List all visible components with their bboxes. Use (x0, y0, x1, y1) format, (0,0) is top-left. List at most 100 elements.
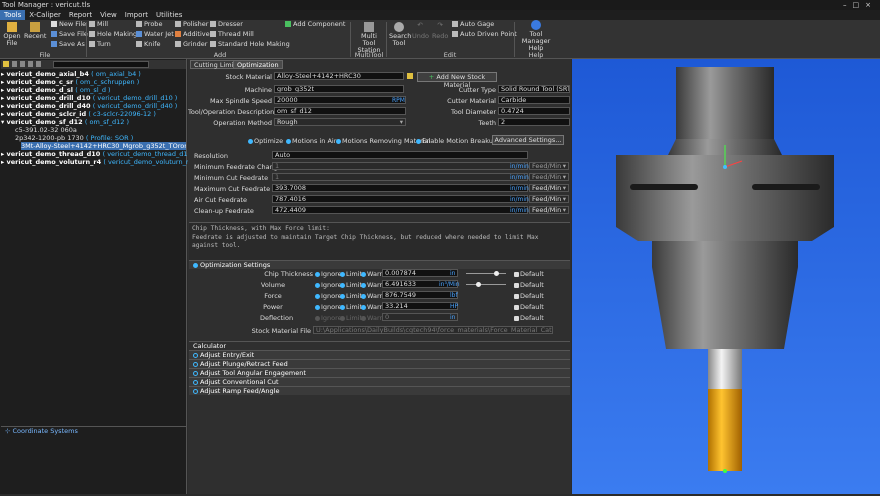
calc-item[interactable]: Adjust Entry/Exit (189, 350, 570, 359)
teeth-field[interactable]: 2 (498, 118, 570, 126)
feed-mode-dropdown[interactable]: Feed/Min (529, 162, 569, 170)
tree-item-optimization[interactable]: 3Mt-Alloy-Steel+4142+HRC30_Mgrob_g352t_T… (21, 142, 186, 151)
tree-expand-icon[interactable] (28, 61, 33, 67)
auto-driven-point-button[interactable]: Auto Driven Point (452, 30, 517, 38)
stock-material-file-field[interactable]: U:\Applications\DailyBuilds\cgtech94\for… (313, 326, 553, 334)
tree-collapse-icon[interactable] (36, 61, 41, 67)
slider-thumb[interactable] (476, 282, 481, 287)
add-water-jet-button[interactable]: Water Jet (136, 30, 174, 38)
auto-gage-button[interactable]: Auto Gage (452, 20, 494, 28)
motions-in-air-checkbox[interactable]: Motions in Air (286, 137, 336, 145)
opt-radio-limit[interactable]: Limit (340, 303, 362, 311)
add-thread-mill-button[interactable]: Thread Mill (210, 30, 254, 38)
coordinate-systems-item[interactable]: ⊹ Coordinate Systems (1, 426, 186, 436)
browse-folder-icon[interactable] (407, 73, 413, 79)
calc-item[interactable]: Adjust Plunge/Retract Feed (189, 359, 570, 368)
add-hole-making-button[interactable]: Hole Making (89, 30, 137, 38)
menu-utilities[interactable]: Utilities (152, 10, 186, 20)
feed-field[interactable]: 787.4016 (272, 195, 528, 203)
opt-radio-limit[interactable]: Limit (340, 270, 362, 278)
advanced-settings-button[interactable]: Advanced Settings... (492, 135, 564, 145)
tree-item-insert[interactable]: 2p342-1200-pb 1730 ( Profile: SOR ) (15, 134, 133, 142)
multi-tool-station-button[interactable]: Multi Tool Station (354, 22, 384, 54)
machine-field[interactable]: grob_g352t (274, 85, 404, 93)
feed-field[interactable]: 472.4409 (272, 206, 528, 214)
feed-mode-dropdown[interactable]: Feed/Min (529, 195, 569, 203)
opt-radio-ignore[interactable]: Ignore (315, 281, 342, 289)
resolution-field[interactable]: Auto (272, 151, 528, 159)
tree-item[interactable]: ▸ vericut_demo_c_sr ( om_c_schruppen ) (1, 78, 139, 86)
opt-radio-warn[interactable]: Warn (361, 270, 384, 278)
calc-item[interactable]: Adjust Ramp Feed/Angle (189, 386, 570, 395)
window-controls[interactable]: –□× (843, 0, 877, 10)
stock-material-field[interactable]: Alloy-Steel+4142+HRC30 (274, 72, 404, 80)
opt-radio-warn[interactable]: Warn (361, 281, 384, 289)
add-stock-material-button[interactable]: + Add New Stock Material (417, 72, 497, 89)
add-turn-button[interactable]: Turn (89, 40, 111, 48)
opt-value-field[interactable]: 0 (382, 313, 458, 321)
save-file-button[interactable]: Save File (51, 30, 88, 38)
new-file-button[interactable]: New File (51, 20, 86, 28)
calc-item[interactable]: Adjust Conventional Cut (189, 377, 570, 386)
opt-radio-ignore[interactable]: Ignore (315, 270, 342, 278)
opt-default-checkbox[interactable]: Default (514, 292, 544, 300)
add-knife-button[interactable]: Knife (136, 40, 160, 48)
add-standard-hole-button[interactable]: Standard Hole Making (210, 40, 290, 48)
menu-xcaliper[interactable]: X-Caliper (25, 10, 65, 20)
max-spindle-field[interactable]: 20000 (274, 96, 406, 104)
feed-field[interactable]: 1 (272, 162, 528, 170)
motion-breakup-checkbox[interactable]: Enable Motion Breakup (416, 137, 497, 145)
cutter-type-field[interactable]: Solid Round Tool (SRT) (498, 85, 570, 93)
tree-item[interactable]: ▸ vericut_demo_thread_d10 ( vericut_demo… (1, 150, 196, 158)
opt-value-field[interactable]: 0.007874 (382, 269, 458, 277)
feed-field[interactable]: 393.7008 (272, 184, 528, 192)
operation-method-dropdown[interactable]: Rough (274, 118, 406, 126)
feed-field[interactable]: 1 (272, 173, 528, 181)
menu-report[interactable]: Report (65, 10, 96, 20)
opt-radio-ignore[interactable]: Ignore (315, 314, 342, 322)
tree-item[interactable]: ▸ vericut_demo_d_sl ( om_sl_d ) (1, 86, 111, 94)
add-component-button[interactable]: Add Component (285, 20, 345, 28)
add-probe-button[interactable]: Probe (136, 20, 162, 28)
description-field[interactable]: om_sf_d12 (274, 107, 406, 115)
opt-default-checkbox[interactable]: Default (514, 270, 544, 278)
menu-import[interactable]: Import (121, 10, 152, 20)
search-tool-button[interactable]: Search Tool (389, 22, 411, 47)
menu-view[interactable]: View (96, 10, 121, 20)
recent-button[interactable]: Recent (24, 22, 46, 40)
tree-item-holder[interactable]: c5-391.02-32 060a (15, 126, 77, 134)
cutter-material-field[interactable]: Carbide (498, 96, 570, 104)
tree-filter-icon[interactable] (12, 61, 17, 67)
opt-default-checkbox[interactable]: Default (514, 303, 544, 311)
feed-mode-dropdown[interactable]: Feed/Min (529, 206, 569, 214)
tool-diameter-field[interactable]: 0.4724 (498, 107, 570, 115)
opt-radio-limit[interactable]: Limit (340, 314, 362, 322)
opt-radio-limit[interactable]: Limit (340, 292, 362, 300)
save-as-button[interactable]: Save As (51, 40, 85, 48)
tree-folder-icon[interactable] (3, 61, 9, 67)
feed-mode-dropdown[interactable]: Feed/Min (529, 184, 569, 192)
tree-item[interactable]: ▸ vericut_demo_axial_b4 ( om_axial_b4 ) (1, 70, 141, 78)
tree-item[interactable]: ▸ vericut_demo_sclcr_id ( c3-sclcr-22096… (1, 110, 156, 118)
opt-radio-warn[interactable]: Warn (361, 314, 384, 322)
calc-item[interactable]: Adjust Tool Angular Engagement (189, 368, 570, 377)
opt-slider[interactable] (466, 282, 506, 287)
tree-item[interactable]: ▸ vericut_demo_drill_d10 ( vericut_demo_… (1, 94, 177, 102)
tree-item[interactable]: ▾ vericut_demo_sf_d12 ( om_sf_d12 ) (1, 118, 129, 126)
undo-button[interactable]: ↶ Undo (412, 22, 429, 40)
optimization-settings-header[interactable]: Optimization Settings (189, 260, 570, 269)
opt-slider[interactable] (466, 271, 506, 276)
tree-item[interactable]: ▸ vericut_demo_voluturn_r4 ( vericut_dem… (1, 158, 197, 166)
opt-radio-ignore[interactable]: Ignore (315, 303, 342, 311)
add-dresser-button[interactable]: Dresser (210, 20, 243, 28)
opt-radio-warn[interactable]: Warn (361, 303, 384, 311)
feed-mode-dropdown[interactable]: Feed/Min (529, 173, 569, 181)
opt-value-field[interactable]: 876.7549 (382, 291, 458, 299)
tab-optimization[interactable]: Optimization (233, 60, 283, 69)
opt-value-field[interactable]: 33.214 (382, 302, 458, 310)
add-grinder-button[interactable]: Grinder (175, 40, 207, 48)
optimize-checkbox[interactable]: Optimize (248, 137, 283, 145)
tool-3d-viewport[interactable] (572, 59, 880, 494)
opt-radio-limit[interactable]: Limit (340, 281, 362, 289)
tree-sort-icon[interactable] (20, 61, 25, 67)
